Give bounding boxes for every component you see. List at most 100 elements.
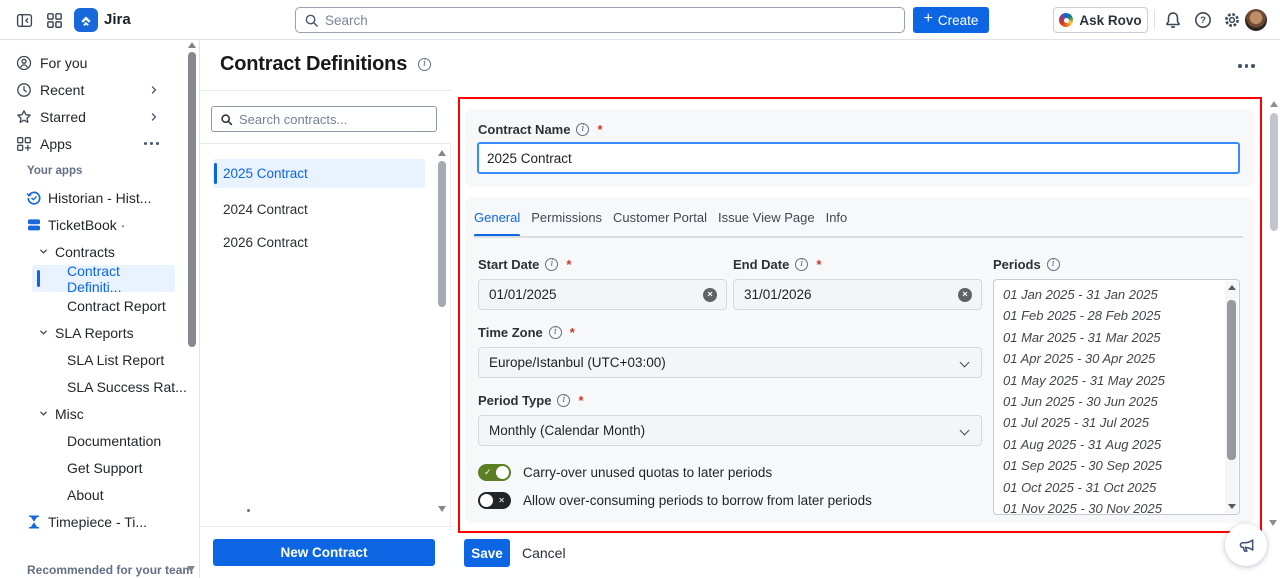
start-date-info-icon[interactable] [545, 258, 558, 271]
tab-general[interactable]: General [474, 210, 520, 233]
sidebar-item-contract-report[interactable]: Contract Report [0, 292, 187, 319]
chevron-right-icon [148, 111, 160, 123]
app-window: Jira + Create Ask Rovo ? [0, 0, 1280, 578]
save-button[interactable]: Save [464, 539, 510, 567]
cancel-button[interactable]: Cancel [522, 539, 566, 567]
sidebar-group-misc[interactable]: Misc [0, 400, 187, 427]
list-scroll-down-arrow[interactable] [438, 506, 446, 512]
period-item: 01 Jun 2025 - 30 Jun 2025 [994, 391, 1239, 412]
sidebar-item-label: Starred [40, 109, 86, 125]
more-options-icon[interactable] [144, 142, 159, 145]
sidebar-item-ticketbook[interactable]: TicketBook · [0, 211, 187, 238]
sidebar-item-historian[interactable]: Historian - Hist... [0, 184, 187, 211]
sidebar-item-contract-definitions[interactable]: Contract Definiti... [32, 265, 175, 292]
page-more-actions-icon[interactable] [1238, 64, 1255, 68]
contract-search-input[interactable] [239, 112, 428, 127]
toggle-knob [480, 494, 493, 507]
period-type-info-icon[interactable] [557, 394, 570, 407]
svg-text:?: ? [1200, 15, 1206, 26]
scroll-down-arrow[interactable] [187, 566, 195, 572]
sidebar-group-label: SLA Reports [55, 325, 134, 341]
page-title-info-icon[interactable] [418, 58, 431, 71]
sidebar-item-for-you[interactable]: For you [0, 49, 187, 76]
main-scrollbar[interactable] [1267, 97, 1280, 533]
contract-list-item[interactable]: 2025 Contract [213, 159, 425, 188]
scroll-up-arrow[interactable] [1228, 285, 1236, 290]
start-date-input[interactable]: 01/01/2025 × [478, 279, 727, 310]
carry-over-toggle[interactable]: ✓ [478, 464, 511, 481]
settings-gear-icon[interactable] [1222, 10, 1242, 30]
tab-customer-portal[interactable]: Customer Portal [613, 210, 707, 233]
contract-item-label: 2025 Contract [223, 166, 308, 181]
sidebar-item-label: SLA List Report [67, 352, 164, 368]
time-zone-value: Europe/Istanbul (UTC+03:00) [489, 355, 666, 370]
clear-icon[interactable]: × [958, 288, 972, 302]
end-date-value: 31/01/2026 [744, 287, 812, 302]
contract-name-input[interactable] [477, 142, 1240, 174]
scroll-up-arrow[interactable] [188, 42, 196, 48]
time-zone-select[interactable]: Europe/Istanbul (UTC+03:00) [478, 347, 982, 378]
chevron-right-icon [148, 84, 160, 96]
notifications-bell-icon[interactable] [1163, 10, 1183, 30]
tab-info[interactable]: Info [826, 210, 848, 233]
list-scroll-up-arrow[interactable] [438, 150, 446, 156]
app-switcher-icon[interactable] [44, 10, 64, 30]
contract-list-item[interactable]: 2026 Contract [213, 228, 425, 257]
list-scrollbar-thumb[interactable] [438, 161, 446, 307]
jira-logo-icon[interactable] [74, 8, 98, 32]
create-button[interactable]: + Create [913, 7, 989, 33]
chevron-down-icon [38, 408, 49, 419]
clear-icon[interactable]: × [703, 288, 717, 302]
periods-info-icon[interactable] [1047, 258, 1060, 271]
sidebar-item-get-support[interactable]: Get Support [0, 454, 187, 481]
contract-search[interactable] [211, 106, 437, 132]
period-item: 01 Jul 2025 - 31 Jul 2025 [994, 412, 1239, 433]
period-type-select[interactable]: Monthly (Calendar Month) [478, 415, 982, 446]
sidebar-scrollbar[interactable] [187, 42, 196, 576]
scroll-down-arrow[interactable] [1228, 504, 1236, 509]
sidebar-item-timepiece[interactable]: Timepiece - Ti... [0, 508, 187, 535]
sidebar-item-documentation[interactable]: Documentation [0, 427, 187, 454]
scrollbar-thumb[interactable] [1227, 300, 1236, 460]
end-date-info-icon[interactable] [795, 258, 808, 271]
contract-list-item[interactable]: 2024 Contract [213, 195, 425, 224]
time-zone-info-icon[interactable] [549, 326, 562, 339]
rovo-icon [1059, 13, 1073, 27]
period-item: 01 Aug 2025 - 31 Aug 2025 [994, 434, 1239, 455]
sidebar-item-about[interactable]: About [0, 481, 187, 508]
period-item: 01 Oct 2025 - 31 Oct 2025 [994, 477, 1239, 498]
contract-name-info-icon[interactable] [576, 123, 589, 136]
scrollbar-thumb[interactable] [188, 52, 196, 347]
period-item: 01 May 2025 - 31 May 2025 [994, 370, 1239, 391]
search-input[interactable] [325, 13, 896, 28]
tab-issue-view-page[interactable]: Issue View Page [718, 210, 815, 233]
borrow-toggle[interactable]: ✕ [478, 492, 511, 509]
periods-label: Periods [993, 257, 1041, 272]
sidebar-item-sla-list-report[interactable]: SLA List Report [0, 346, 187, 373]
scroll-down-arrow[interactable] [1269, 520, 1277, 526]
end-date-input[interactable]: 31/01/2026 × [733, 279, 982, 310]
feedback-button[interactable] [1225, 524, 1267, 566]
scroll-up-arrow[interactable] [1270, 101, 1278, 107]
help-icon[interactable]: ? [1193, 10, 1213, 30]
global-search[interactable] [295, 7, 905, 33]
periods-scrollbar[interactable] [1225, 281, 1238, 513]
sidebar-item-sla-success-rate[interactable]: SLA Success Rat... [0, 373, 187, 400]
sidebar-item-label: Get Support [67, 460, 143, 476]
collapse-sidebar-icon[interactable] [14, 10, 34, 30]
tab-permissions[interactable]: Permissions [531, 210, 602, 233]
period-item: 01 Feb 2025 - 28 Feb 2025 [994, 305, 1239, 326]
sidebar-item-recent[interactable]: Recent [0, 76, 187, 103]
sidebar-group-sla-reports[interactable]: SLA Reports [0, 319, 187, 346]
list-footer-dot [247, 509, 250, 512]
scrollbar-thumb[interactable] [1270, 113, 1278, 231]
sidebar-group-contracts[interactable]: Contracts [0, 238, 187, 265]
new-contract-button[interactable]: New Contract [213, 539, 435, 566]
chevron-down-icon [38, 246, 49, 257]
sidebar-item-apps[interactable]: Apps [0, 130, 187, 157]
required-asterisk: * [570, 325, 575, 340]
search-icon [304, 13, 319, 28]
user-avatar[interactable] [1245, 9, 1267, 31]
sidebar-item-starred[interactable]: Starred [0, 103, 187, 130]
ask-rovo-button[interactable]: Ask Rovo [1053, 7, 1148, 33]
